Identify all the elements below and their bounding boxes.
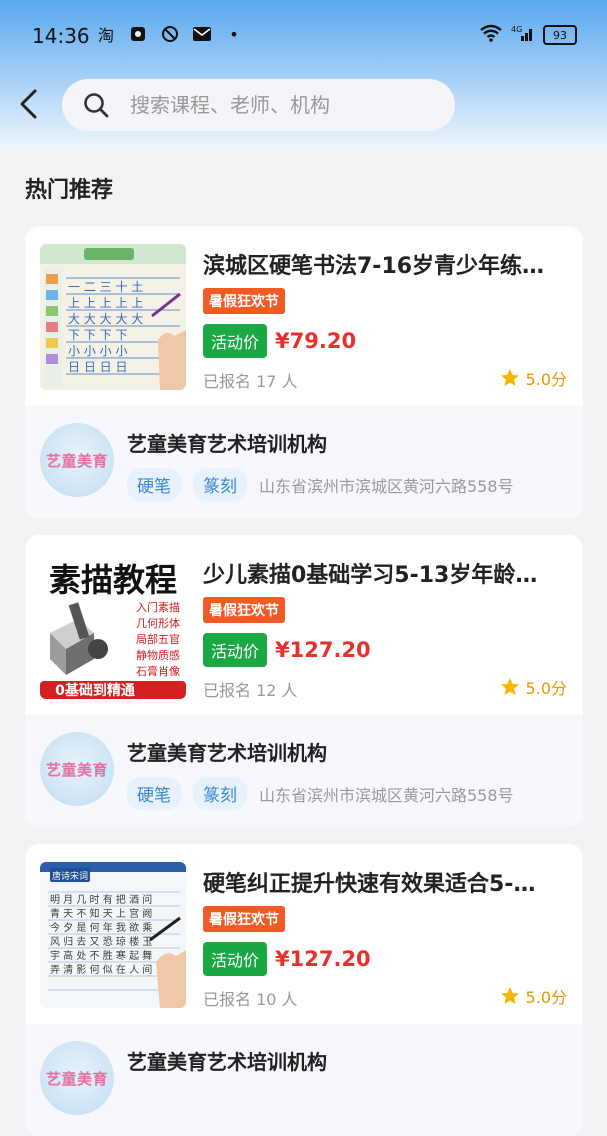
thumbnail-label: 唐诗宋词 bbox=[52, 870, 88, 882]
search-icon bbox=[82, 91, 122, 119]
course-card[interactable]: 素描教程 入门素描 几何形体 局部五官 静物质感 石膏肖像 0基础到精通 少儿素… bbox=[25, 535, 583, 827]
org-name: 艺童美育艺术培训机构 bbox=[127, 741, 327, 765]
price-row: 活动价 ¥127.20 bbox=[203, 942, 371, 976]
organization-row[interactable]: 艺童美育 艺童美育艺术培训机构 硬笔 篆刻 山东省滨州市滨城区黄河六路558号 bbox=[25, 715, 583, 827]
org-address: 山东省滨州市滨城区黄河六路558号 bbox=[259, 476, 514, 496]
rating-value: 5.0分 bbox=[525, 370, 567, 389]
price-row: 活动价 ¥127.20 bbox=[203, 633, 371, 667]
course-rating: 5.0分 bbox=[500, 675, 567, 699]
org-avatar: 艺童美育 bbox=[40, 732, 114, 806]
svg-text:日 日 日 日: 日 日 日 日 bbox=[68, 360, 127, 374]
organization-row[interactable]: 艺童美育 艺童美育艺术培训机构 硬笔 篆刻 山东省滨州市滨城区黄河六路558号 bbox=[25, 406, 583, 518]
thumbnail-topic: 入门素描 bbox=[136, 600, 180, 614]
activity-price-label: 活动价 bbox=[203, 942, 268, 976]
enrolled-count: 已报名 10 人 bbox=[203, 990, 298, 1009]
svg-text:今 夕 是 何 年 我 欲 乘: 今 夕 是 何 年 我 欲 乘 bbox=[50, 921, 152, 934]
promo-badge: 暑假狂欢节 bbox=[203, 597, 285, 623]
organization-row[interactable]: 艺童美育 艺童美育艺术培训机构 bbox=[25, 1024, 583, 1136]
star-icon bbox=[500, 987, 519, 1004]
chevron-left-icon bbox=[20, 89, 37, 119]
course-thumbnail: 素描教程 入门素描 几何形体 局部五官 静物质感 石膏肖像 0基础到精通 bbox=[40, 553, 186, 699]
course-title: 滨城区硬笔书法7-16岁青少年练… bbox=[203, 254, 545, 279]
course-rating: 5.0分 bbox=[500, 366, 567, 390]
svg-text:明 月 几 时 有 把 酒 问: 明 月 几 时 有 把 酒 问 bbox=[50, 893, 152, 906]
org-name: 艺童美育艺术培训机构 bbox=[127, 432, 327, 456]
thumbnail-banner: 0基础到精通 bbox=[55, 682, 135, 699]
thumbnail-topic: 局部五官 bbox=[136, 632, 180, 646]
activity-price-label: 活动价 bbox=[203, 324, 268, 358]
course-title: 少儿素描0基础学习5-13岁年龄… bbox=[203, 563, 538, 588]
star-icon bbox=[500, 678, 519, 695]
course-price: ¥127.20 bbox=[275, 638, 371, 662]
system-indicators: 4G 93 bbox=[479, 24, 577, 46]
notification-icons: 淘 • bbox=[96, 24, 244, 46]
org-avatar: 艺童美育 bbox=[40, 1041, 114, 1115]
svg-text:上 上 上 上 上: 上 上 上 上 上 bbox=[68, 296, 143, 310]
course-thumbnail: 唐诗宋词 明 月 几 时 有 把 酒 问 青 天 不 知 天 上 宫 阙 今 夕… bbox=[40, 862, 186, 1008]
svg-text:青 天 不 知 天 上 宫 阙: 青 天 不 知 天 上 宫 阙 bbox=[50, 907, 152, 920]
org-tag: 篆刻 bbox=[193, 468, 247, 501]
battery-indicator: 93 bbox=[543, 25, 577, 45]
org-tag: 硬笔 bbox=[127, 468, 181, 501]
rating-value: 5.0分 bbox=[525, 988, 567, 1007]
search-bar[interactable] bbox=[62, 79, 455, 131]
course-info[interactable]: 唐诗宋词 明 月 几 时 有 把 酒 问 青 天 不 知 天 上 宫 阙 今 夕… bbox=[25, 844, 583, 1024]
status-time: 14:36 bbox=[32, 24, 90, 48]
activity-price-label: 活动价 bbox=[203, 633, 268, 667]
enrolled-count: 已报名 12 人 bbox=[203, 681, 298, 700]
thumbnail-headline: 素描教程 bbox=[49, 561, 177, 599]
svg-text:大 大 大 大 大: 大 大 大 大 大 bbox=[68, 312, 143, 326]
org-tag: 篆刻 bbox=[193, 777, 247, 810]
course-price: ¥79.20 bbox=[275, 329, 357, 353]
status-bar: 14:36 淘 • 4G 93 bbox=[0, 0, 607, 72]
svg-text:一 二 三 十 土: 一 二 三 十 土 bbox=[68, 280, 143, 294]
thumbnail-topic: 静物质感 bbox=[136, 648, 180, 662]
svg-text:风 归 去 又 恐 琼 楼 玉: 风 归 去 又 恐 琼 楼 玉 bbox=[50, 935, 152, 948]
rating-value: 5.0分 bbox=[525, 679, 567, 698]
course-info[interactable]: 素描教程 入门素描 几何形体 局部五官 静物质感 石膏肖像 0基础到精通 少儿素… bbox=[25, 535, 583, 715]
org-tags: 硬笔 篆刻 山东省滨州市滨城区黄河六路558号 bbox=[127, 777, 514, 810]
search-input[interactable] bbox=[128, 92, 452, 118]
price-row: 活动价 ¥79.20 bbox=[203, 324, 356, 358]
notification-bell-icon bbox=[128, 24, 148, 44]
course-info[interactable]: 一 二 三 十 土 上 上 上 上 上 大 大 大 大 大 下 下 下 下 小 … bbox=[25, 226, 583, 406]
mail-icon bbox=[192, 24, 212, 44]
course-rating: 5.0分 bbox=[500, 984, 567, 1008]
star-icon bbox=[500, 369, 519, 386]
promo-badge: 暑假狂欢节 bbox=[203, 288, 285, 314]
org-tags: 硬笔 篆刻 山东省滨州市滨城区黄河六路558号 bbox=[127, 468, 514, 501]
dot-icon: • bbox=[229, 24, 239, 44]
enrolled-count: 已报名 17 人 bbox=[203, 372, 298, 391]
course-thumbnail: 一 二 三 十 土 上 上 上 上 上 大 大 大 大 大 下 下 下 下 小 … bbox=[40, 244, 186, 390]
promo-badge: 暑假狂欢节 bbox=[203, 906, 285, 932]
course-card[interactable]: 一 二 三 十 土 上 上 上 上 上 大 大 大 大 大 下 下 下 下 小 … bbox=[25, 226, 583, 518]
course-title: 硬笔纠正提升快速有效果适合5-… bbox=[203, 872, 536, 897]
svg-text:4G: 4G bbox=[511, 25, 522, 34]
course-card[interactable]: 唐诗宋词 明 月 几 时 有 把 酒 问 青 天 不 知 天 上 宫 阙 今 夕… bbox=[25, 844, 583, 1136]
org-address: 山东省滨州市滨城区黄河六路558号 bbox=[259, 785, 514, 805]
thumbnail-topic: 几何形体 bbox=[136, 616, 180, 630]
svg-text:下 下 下 下: 下 下 下 下 bbox=[68, 328, 127, 342]
svg-text:弄 清 影 何 似 在 人 间: 弄 清 影 何 似 在 人 间 bbox=[50, 963, 152, 976]
org-tag: 硬笔 bbox=[127, 777, 181, 810]
course-price: ¥127.20 bbox=[275, 947, 371, 971]
org-name: 艺童美育艺术培训机构 bbox=[127, 1050, 327, 1074]
wifi-icon bbox=[479, 24, 503, 46]
svg-text:小 小 小 小: 小 小 小 小 bbox=[68, 344, 127, 358]
back-button[interactable] bbox=[10, 82, 46, 126]
svg-text:宇 高 处 不 胜 寒 起 舞: 宇 高 处 不 胜 寒 起 舞 bbox=[50, 949, 152, 962]
org-avatar: 艺童美育 bbox=[40, 423, 114, 497]
section-title: 热门推荐 bbox=[25, 178, 114, 203]
taobao-icon: 淘 bbox=[97, 26, 114, 45]
thumbnail-topic: 石膏肖像 bbox=[136, 664, 180, 678]
signal-icon: 4G bbox=[511, 24, 535, 46]
do-not-disturb-icon bbox=[160, 24, 180, 44]
